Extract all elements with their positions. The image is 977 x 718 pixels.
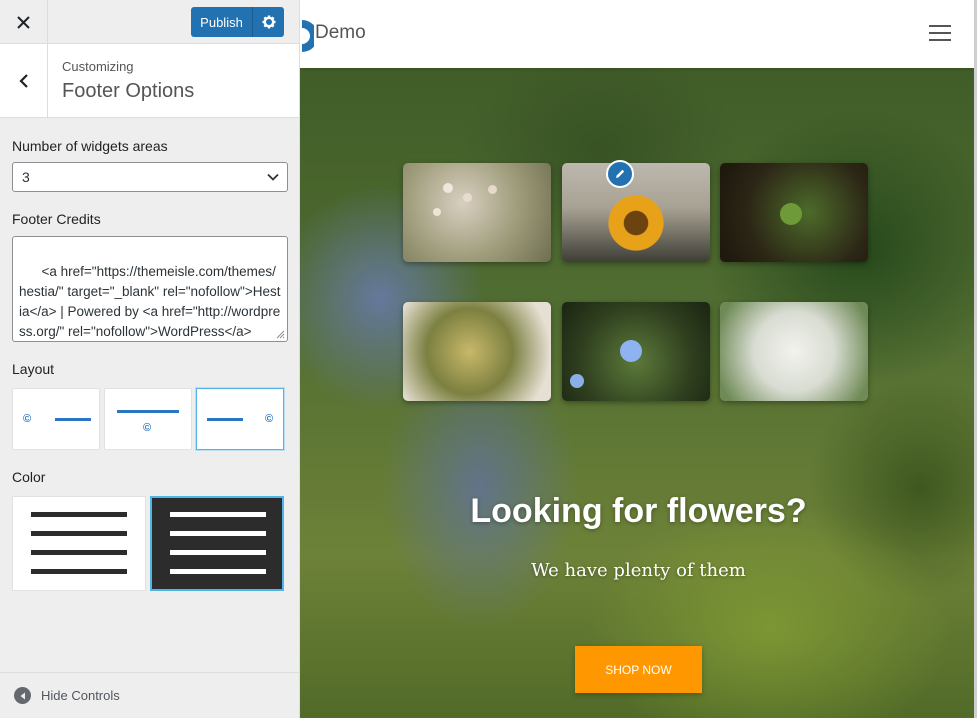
shop-now-button[interactable]: SHOP NOW: [575, 646, 702, 693]
section-header: Customizing Footer Options: [0, 44, 299, 118]
line-bar: [170, 512, 266, 517]
resize-handle-icon[interactable]: [275, 329, 285, 339]
blue-flower-shape: [620, 340, 642, 362]
gallery-image-succulents[interactable]: [403, 302, 551, 401]
color-option-dark[interactable]: [150, 496, 284, 591]
publish-settings-button[interactable]: [253, 7, 284, 37]
widgets-select[interactable]: 3: [12, 162, 288, 192]
copyright-icon: ©: [23, 413, 32, 425]
close-customizer-button[interactable]: [0, 0, 48, 44]
widgets-label: Number of widgets areas: [12, 138, 168, 154]
gallery-image-buds[interactable]: [403, 163, 551, 262]
blossom-dot: [488, 185, 497, 194]
hero-title: Looking for flowers?: [470, 492, 807, 530]
controls-panel: Number of widgets areas 3 Footer Credits…: [0, 118, 299, 591]
menu-dash-icon: [207, 418, 243, 421]
hide-controls-label: Hide Controls: [41, 688, 120, 703]
breadcrumb: Customizing: [62, 59, 134, 74]
section-heading: Customizing Footer Options: [48, 44, 194, 117]
hero-section: Looking for flowers? We have plenty of t…: [300, 68, 977, 718]
line-bar: [31, 550, 127, 555]
site-logo-icon[interactable]: [300, 18, 314, 54]
hamburger-menu-icon[interactable]: [929, 25, 951, 41]
line-bar: [170, 531, 266, 536]
copyright-icon: ©: [143, 422, 152, 434]
gallery-image-white-blossoms[interactable]: [720, 302, 868, 401]
credits-text: <a href="https://themeisle.com/themes/he…: [19, 264, 281, 339]
menu-dash-icon: [117, 410, 179, 413]
line-bar: [31, 569, 127, 574]
layout-option-copyright-right[interactable]: ©: [196, 388, 284, 450]
section-title: Footer Options: [62, 80, 195, 102]
layout-option-copyright-left[interactable]: ©: [12, 388, 100, 450]
edit-shortcut-button[interactable]: [606, 160, 634, 188]
layout-label: Layout: [12, 361, 55, 377]
credits-textarea[interactable]: <a href="https://themeisle.com/themes/he…: [12, 236, 288, 342]
color-options: [12, 496, 287, 591]
gallery-image-leaves[interactable]: [720, 163, 868, 262]
widgets-select-value: 3: [22, 169, 30, 185]
hero-subtitle: We have plenty of them: [531, 560, 746, 581]
blossom-dot: [433, 208, 441, 216]
customizer-sidebar: Publish Customizing Footer Options Numbe…: [0, 0, 300, 718]
chevron-down-icon: [267, 173, 279, 181]
chevron-left-icon: [18, 74, 28, 88]
close-icon: [17, 15, 30, 29]
customizer-topbar: Publish: [0, 0, 299, 44]
publish-button[interactable]: Publish: [191, 7, 253, 37]
credits-label: Footer Credits: [12, 211, 101, 227]
line-bar: [170, 550, 266, 555]
hide-controls-button[interactable]: Hide Controls: [0, 672, 299, 718]
blossom-dot: [463, 193, 472, 202]
layout-options: © © ©: [12, 388, 287, 450]
blue-flower-shape: [570, 374, 584, 388]
sunflower-shape: [604, 191, 668, 255]
layout-option-copyright-center[interactable]: ©: [104, 388, 192, 450]
line-bar: [170, 569, 266, 574]
gear-icon: [262, 15, 275, 29]
copyright-icon: ©: [265, 413, 274, 425]
leaf-shape: [780, 203, 802, 225]
line-bar: [31, 531, 127, 536]
pencil-icon: [616, 169, 625, 178]
gallery-image-sunflower[interactable]: [562, 163, 710, 262]
gallery-image-blue-flowers[interactable]: [562, 302, 710, 401]
menu-dash-icon: [55, 418, 91, 421]
collapse-arrow-icon: [14, 687, 31, 704]
site-name[interactable]: Demo: [315, 22, 366, 44]
site-preview: Demo Looking for flowers? We have plenty…: [300, 0, 977, 718]
site-header: Demo: [300, 0, 977, 68]
line-bar: [31, 512, 127, 517]
color-label: Color: [12, 469, 46, 485]
publish-group: Publish: [191, 7, 284, 37]
blossom-dot: [443, 183, 453, 193]
color-option-light[interactable]: [12, 496, 146, 591]
back-button[interactable]: [0, 44, 48, 118]
